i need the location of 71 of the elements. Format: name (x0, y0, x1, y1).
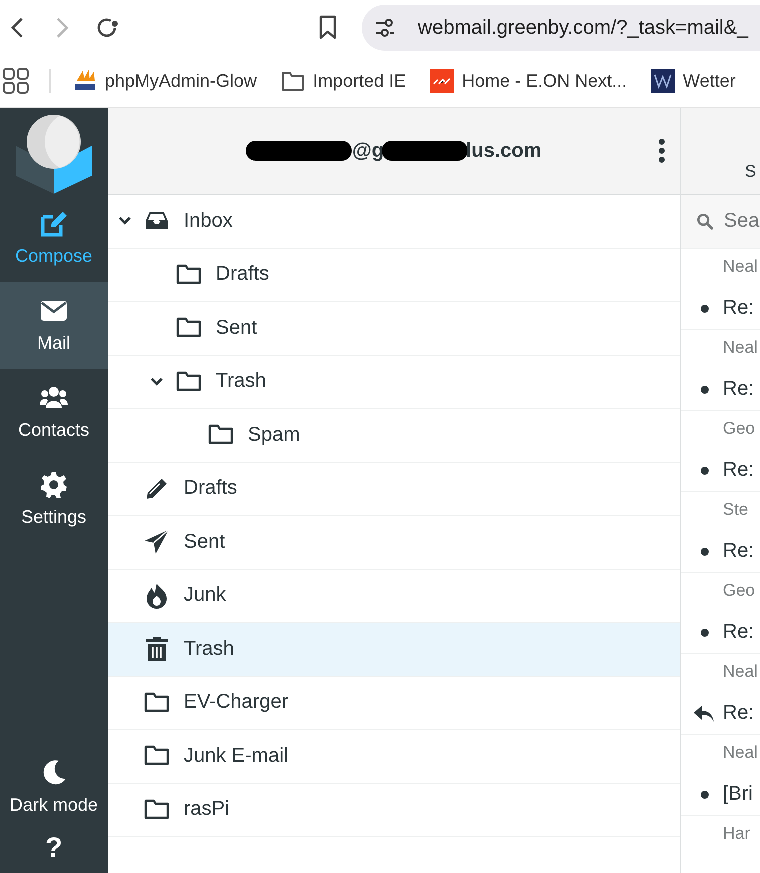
bookmark[interactable]: phpMyAdmin-Glow (73, 69, 258, 93)
flame-icon (144, 582, 170, 609)
unread-dot-icon (701, 790, 709, 798)
bookmark-logo-icon (73, 69, 97, 93)
folder-item[interactable]: rasPi (108, 784, 680, 837)
folder-item[interactable]: Junk E-mail (108, 730, 680, 784)
trash-can-icon (144, 636, 170, 662)
message-sender: Har (723, 823, 752, 845)
nav-item[interactable]: Contacts (0, 369, 108, 456)
message-subject: Re: (723, 621, 754, 644)
message-sender: Ste (723, 499, 750, 521)
address-bar[interactable]: webmail.greenby.com/?_task=mail&_ (362, 5, 760, 51)
message-sender: Neal (723, 256, 759, 278)
folder-item[interactable]: Sent (108, 302, 680, 356)
folder-item[interactable]: Trash (108, 623, 680, 676)
message-subject-line[interactable]: [Bri (693, 783, 760, 806)
help-button[interactable]: ? (45, 833, 63, 863)
message-subject: [Bri (723, 783, 753, 806)
message-sender: Neal (723, 742, 759, 764)
message-sender: Geo (723, 580, 756, 602)
unread-dot-icon (701, 548, 709, 556)
message-sender: Neal (723, 661, 759, 683)
url-text: webmail.greenby.com/?_task=mail&_ (418, 16, 748, 40)
message-subject: Re: (723, 297, 754, 320)
folder-item[interactable]: Spam (108, 409, 680, 462)
compose-icon (40, 210, 68, 238)
bookmark[interactable]: Home - E.ON Next... (430, 69, 628, 93)
message-sender: Geo (723, 418, 756, 440)
account-text: lus.com (466, 140, 542, 162)
folder-icon (281, 69, 306, 93)
message-subject: Re: (723, 702, 754, 725)
bookmark-logo-icon (651, 69, 676, 93)
message-sender: Neal (723, 337, 759, 359)
message-subject-line[interactable]: Re: (693, 297, 760, 320)
unread-dot-icon (701, 304, 709, 312)
folder-item[interactable]: Inbox (108, 195, 680, 248)
folder-item[interactable]: Trash (108, 356, 680, 409)
reply-arrow-icon (693, 704, 715, 722)
bookmark-icon[interactable] (318, 15, 338, 41)
search-field[interactable]: Sea (681, 195, 760, 249)
gear-icon (40, 471, 68, 499)
site-settings-icon[interactable] (374, 17, 396, 39)
nav-item[interactable]: Settings (0, 456, 108, 543)
folder-item[interactable]: Drafts (108, 248, 680, 302)
paper-plane-icon (144, 529, 170, 556)
account-text: @g (352, 140, 384, 162)
message-subject-line[interactable]: Re: (693, 459, 760, 482)
compose-button[interactable]: Compose (0, 195, 108, 282)
dark-mode-toggle[interactable]: Dark mode (0, 744, 108, 831)
unread-dot-icon (701, 386, 709, 394)
unread-dot-icon (701, 466, 709, 474)
unread-dot-icon (701, 628, 709, 636)
message-subject-line[interactable]: Re: (693, 702, 760, 725)
message-subject-line[interactable]: Re: (693, 540, 760, 563)
search-input[interactable]: Sea (724, 210, 760, 233)
message-subject-line[interactable]: Re: (693, 621, 760, 644)
message-subject: Re: (723, 459, 754, 482)
logo-icon (14, 114, 94, 194)
message-subject: Re: (723, 540, 754, 563)
more-menu-icon[interactable] (658, 138, 666, 164)
folder-item[interactable]: Sent (108, 516, 680, 570)
bookmark-logo-icon (430, 69, 454, 93)
bookmark[interactable]: Imported IE (281, 69, 406, 93)
list-header-text: S (745, 162, 756, 182)
bookmark[interactable]: Wetter (651, 69, 736, 93)
nav-item[interactable]: Mail (0, 282, 108, 369)
folder-item[interactable]: EV-Charger (108, 676, 680, 730)
folder-item[interactable]: Drafts (108, 462, 680, 516)
message-subject: Re: (723, 378, 754, 401)
message-subject-line[interactable]: Re: (693, 378, 760, 401)
apps-icon[interactable] (3, 68, 29, 94)
